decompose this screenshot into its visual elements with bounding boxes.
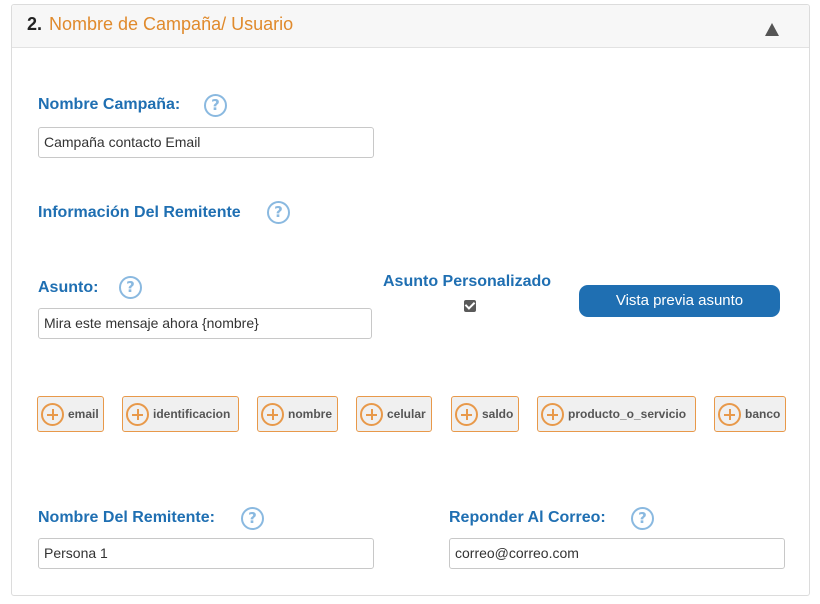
tag-label: banco	[745, 407, 781, 421]
plus-circle-icon	[126, 403, 149, 426]
panel-header[interactable]: 2. Nombre de Campaña/ Usuario	[12, 5, 809, 48]
sender-name-input[interactable]: Persona 1	[38, 538, 374, 569]
sender-info-label: Información Del Remitente	[38, 204, 241, 221]
tag-button-identificacion[interactable]: identificacion	[122, 396, 239, 432]
tag-label: saldo	[482, 407, 514, 421]
subject-input[interactable]: Mira este mensaje ahora {nombre}	[38, 308, 372, 339]
question-mark-icon[interactable]: ?	[267, 201, 290, 224]
section-number: 2.	[27, 14, 43, 34]
custom-subject-label: Asunto Personalizado	[383, 273, 552, 290]
campaign-name-input[interactable]: Campaña contacto Email	[38, 127, 374, 158]
question-mark-icon[interactable]: ?	[631, 507, 654, 530]
campaign-name-label: Nombre Campaña:	[38, 96, 181, 113]
tag-button-celular[interactable]: celular	[356, 396, 432, 432]
tag-label: celular	[387, 407, 426, 421]
tag-label: nombre	[288, 407, 333, 421]
preview-subject-button[interactable]: Vista previa asunto	[579, 285, 780, 317]
plus-circle-icon	[455, 403, 478, 426]
triangle-up-icon[interactable]	[765, 23, 779, 36]
plus-circle-icon	[360, 403, 383, 426]
question-mark-icon[interactable]: ?	[119, 276, 142, 299]
tag-label: email	[68, 407, 99, 421]
tag-label: identificacion	[153, 407, 231, 421]
plus-circle-icon	[718, 403, 741, 426]
tag-button-nombre[interactable]: nombre	[257, 396, 338, 432]
reply-to-label: Reponder Al Correo:	[449, 509, 606, 526]
reply-to-input[interactable]: correo@correo.com	[449, 538, 785, 569]
tag-button-banco[interactable]: banco	[714, 396, 786, 432]
plus-circle-icon	[261, 403, 284, 426]
plus-circle-icon	[541, 403, 564, 426]
tag-button-producto-o-servicio[interactable]: producto_o_servicio	[537, 396, 696, 432]
question-mark-icon[interactable]: ?	[204, 94, 227, 117]
custom-subject-checkbox[interactable]	[464, 300, 476, 312]
plus-circle-icon	[41, 403, 64, 426]
tag-button-email[interactable]: email	[37, 396, 104, 432]
subject-label: Asunto:	[38, 279, 99, 296]
question-mark-icon[interactable]: ?	[241, 507, 264, 530]
tag-label: producto_o_servicio	[568, 407, 687, 421]
section-title: Nombre de Campaña/ Usuario	[49, 14, 294, 34]
sender-name-label: Nombre Del Remitente:	[38, 509, 215, 526]
tag-button-saldo[interactable]: saldo	[451, 396, 519, 432]
